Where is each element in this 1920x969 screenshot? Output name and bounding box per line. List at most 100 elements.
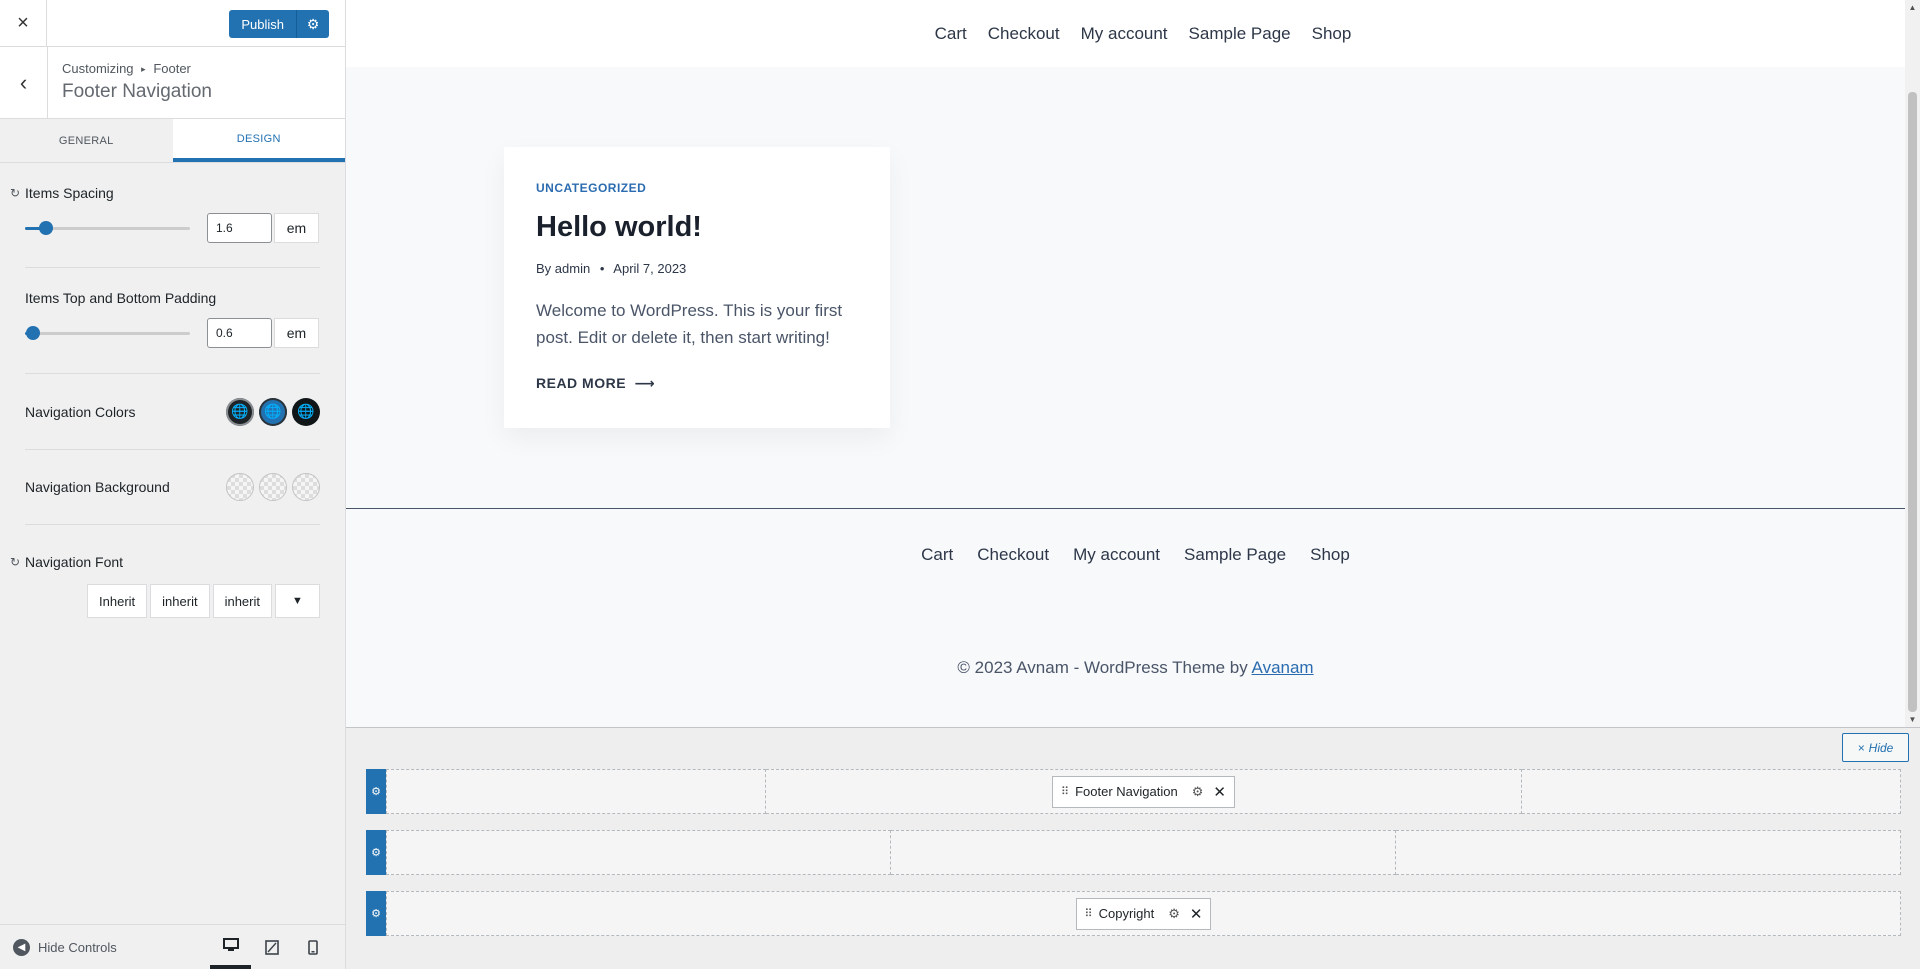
breadcrumb: Customizing ▸ Footer (62, 61, 191, 76)
items-padding-slider[interactable] (25, 325, 190, 340)
builder-row-columns: ⠿ Copyright ⚙ ✕ (386, 891, 1901, 936)
reset-icon[interactable]: ↻ (10, 555, 20, 569)
read-more-link[interactable]: READ MORE ⟶ (536, 375, 655, 392)
collapse-icon: ◀ (13, 938, 30, 956)
post-title[interactable]: Hello world! (536, 211, 702, 244)
builder-column[interactable] (1522, 769, 1901, 814)
copyright-item[interactable]: ⠿ Copyright ⚙ ✕ (1075, 897, 1212, 930)
tablet-icon[interactable] (251, 925, 292, 969)
builder-column[interactable]: ⠿ Copyright ⚙ ✕ (386, 891, 1901, 936)
font-options-dropdown[interactable]: ▼ (275, 584, 320, 618)
desktop-icon[interactable] (210, 925, 251, 969)
tab-general[interactable]: GENERAL (0, 119, 173, 162)
back-button[interactable]: ‹ (0, 47, 48, 118)
footer-divider (346, 508, 1905, 509)
items-padding-control: Items Top and Bottom Padding 0.6 em (25, 268, 320, 374)
header-nav-checkout[interactable]: Checkout (988, 24, 1060, 44)
navigation-background-label: Navigation Background (25, 479, 170, 495)
items-padding-label: Items Top and Bottom Padding (25, 290, 217, 306)
color-swatch-initial[interactable]: 🌐 (226, 397, 254, 426)
close-customizer-button[interactable]: × (0, 0, 47, 47)
breadcrumb-separator-icon: ▸ (141, 64, 146, 74)
sidebar-footer: ◀ Hide Controls (0, 924, 345, 969)
header-nav-shop[interactable]: Shop (1312, 24, 1352, 44)
builder-column[interactable] (891, 830, 1396, 875)
hide-controls-button[interactable]: ◀ Hide Controls (13, 938, 117, 956)
header-nav-my-account[interactable]: My account (1081, 24, 1168, 44)
publish-button[interactable]: Publish (229, 10, 297, 38)
remove-icon[interactable]: ✕ (1213, 783, 1226, 801)
builder-column[interactable]: ⠿ Footer Navigation ⚙ ✕ (766, 769, 1522, 814)
remove-icon[interactable]: ✕ (1190, 905, 1203, 923)
footer-nav-shop[interactable]: Shop (1310, 545, 1350, 565)
navigation-font-control: ↻ Navigation Font Inherit inherit inheri… (10, 525, 320, 618)
header-nav-cart[interactable]: Cart (935, 24, 967, 44)
header-nav-sample-page[interactable]: Sample Page (1189, 24, 1291, 44)
customizer-topbar: × Publish ⚙ (0, 0, 345, 47)
read-more-label: READ MORE (536, 375, 627, 391)
slider-handle[interactable] (39, 220, 54, 235)
bg-swatch-initial[interactable] (226, 473, 254, 501)
post-author[interactable]: By admin (536, 261, 590, 276)
navigation-background-control: Navigation Background (25, 450, 320, 525)
hide-builder-button[interactable]: × Hide (1842, 733, 1909, 762)
navigation-background-swatches (226, 473, 320, 501)
device-preview-toggles (210, 925, 333, 969)
font-weight-button[interactable]: inherit (150, 584, 210, 618)
color-swatch-active[interactable]: 🌐 (292, 397, 320, 426)
scroll-up-icon[interactable]: ▲ (1905, 0, 1920, 15)
drag-handle-icon[interactable]: ⠿ (1085, 907, 1093, 920)
row-settings-gear-icon[interactable]: ⚙ (366, 769, 386, 814)
builder-column[interactable] (386, 830, 891, 875)
builder-column[interactable] (1396, 830, 1901, 875)
globe-icon: 🌐 (231, 403, 249, 419)
bg-swatch-active[interactable] (292, 473, 320, 501)
preview-scrollbar[interactable]: ▲ ▼ (1905, 0, 1920, 727)
items-padding-label-row: Items Top and Bottom Padding (25, 290, 320, 306)
items-spacing-input[interactable]: 1.6 (207, 213, 272, 243)
navigation-font-buttons: Inherit inherit inherit ▼ (25, 584, 320, 618)
builder-row-columns (386, 830, 1901, 875)
copyright-item-label: Copyright (1098, 906, 1155, 921)
builder-column[interactable] (386, 769, 766, 814)
drag-handle-icon[interactable]: ⠿ (1061, 785, 1069, 798)
globe-icon: 🌐 (297, 403, 315, 419)
navigation-colors-control: Navigation Colors 🌐 🌐 🌐 (25, 374, 320, 450)
footer-nav-cart[interactable]: Cart (921, 545, 953, 565)
items-padding-input[interactable]: 0.6 (207, 318, 272, 348)
tabs: GENERAL DESIGN (0, 119, 345, 163)
builder-row-top: ⚙ ⠿ Footer Navigation ⚙ ✕ (366, 769, 1901, 814)
scroll-down-icon[interactable]: ▼ (1905, 712, 1920, 727)
arrow-right-icon: ⟶ (634, 375, 656, 391)
gear-icon[interactable]: ⚙ (1168, 906, 1180, 922)
items-padding-unit[interactable]: em (274, 318, 319, 348)
color-swatch-hover[interactable]: 🌐 (259, 397, 287, 426)
reset-icon[interactable]: ↻ (10, 186, 20, 200)
bg-swatch-hover[interactable] (259, 473, 287, 501)
row-settings-gear-icon[interactable]: ⚙ (366, 830, 386, 875)
post-excerpt: Welcome to WordPress. This is your first… (536, 301, 843, 347)
gear-icon[interactable]: ⚙ (1192, 784, 1204, 800)
copyright-link[interactable]: Avanam (1252, 658, 1314, 677)
post-category[interactable]: UNCATEGORIZED (536, 181, 646, 195)
items-spacing-slider[interactable] (25, 220, 190, 235)
footer-nav-sample-page[interactable]: Sample Page (1184, 545, 1286, 565)
slider-handle[interactable] (26, 325, 41, 340)
tab-design[interactable]: DESIGN (172, 119, 345, 162)
publish-settings-gear-icon[interactable]: ⚙ (297, 10, 329, 38)
post-date[interactable]: April 7, 2023 (613, 261, 686, 276)
row-settings-gear-icon[interactable]: ⚙ (366, 891, 386, 936)
footer-navigation-item[interactable]: ⠿ Footer Navigation ⚙ ✕ (1052, 775, 1235, 808)
font-family-button[interactable]: Inherit (87, 584, 148, 618)
meta-separator: • (599, 261, 605, 276)
footer-nav-checkout[interactable]: Checkout (977, 545, 1049, 565)
items-spacing-unit[interactable]: em (274, 213, 319, 243)
font-style-button[interactable]: inherit (212, 584, 272, 618)
mobile-icon[interactable] (292, 925, 333, 969)
navigation-font-label-row: ↻ Navigation Font (10, 554, 320, 570)
hide-controls-label: Hide Controls (38, 939, 117, 955)
footer-nav-my-account[interactable]: My account (1073, 545, 1160, 565)
navigation-colors-label: Navigation Colors (25, 403, 136, 420)
scrollbar-thumb[interactable] (1908, 92, 1917, 712)
copyright-text: © 2023 Avnam - WordPress Theme by Avanam (346, 658, 1905, 678)
